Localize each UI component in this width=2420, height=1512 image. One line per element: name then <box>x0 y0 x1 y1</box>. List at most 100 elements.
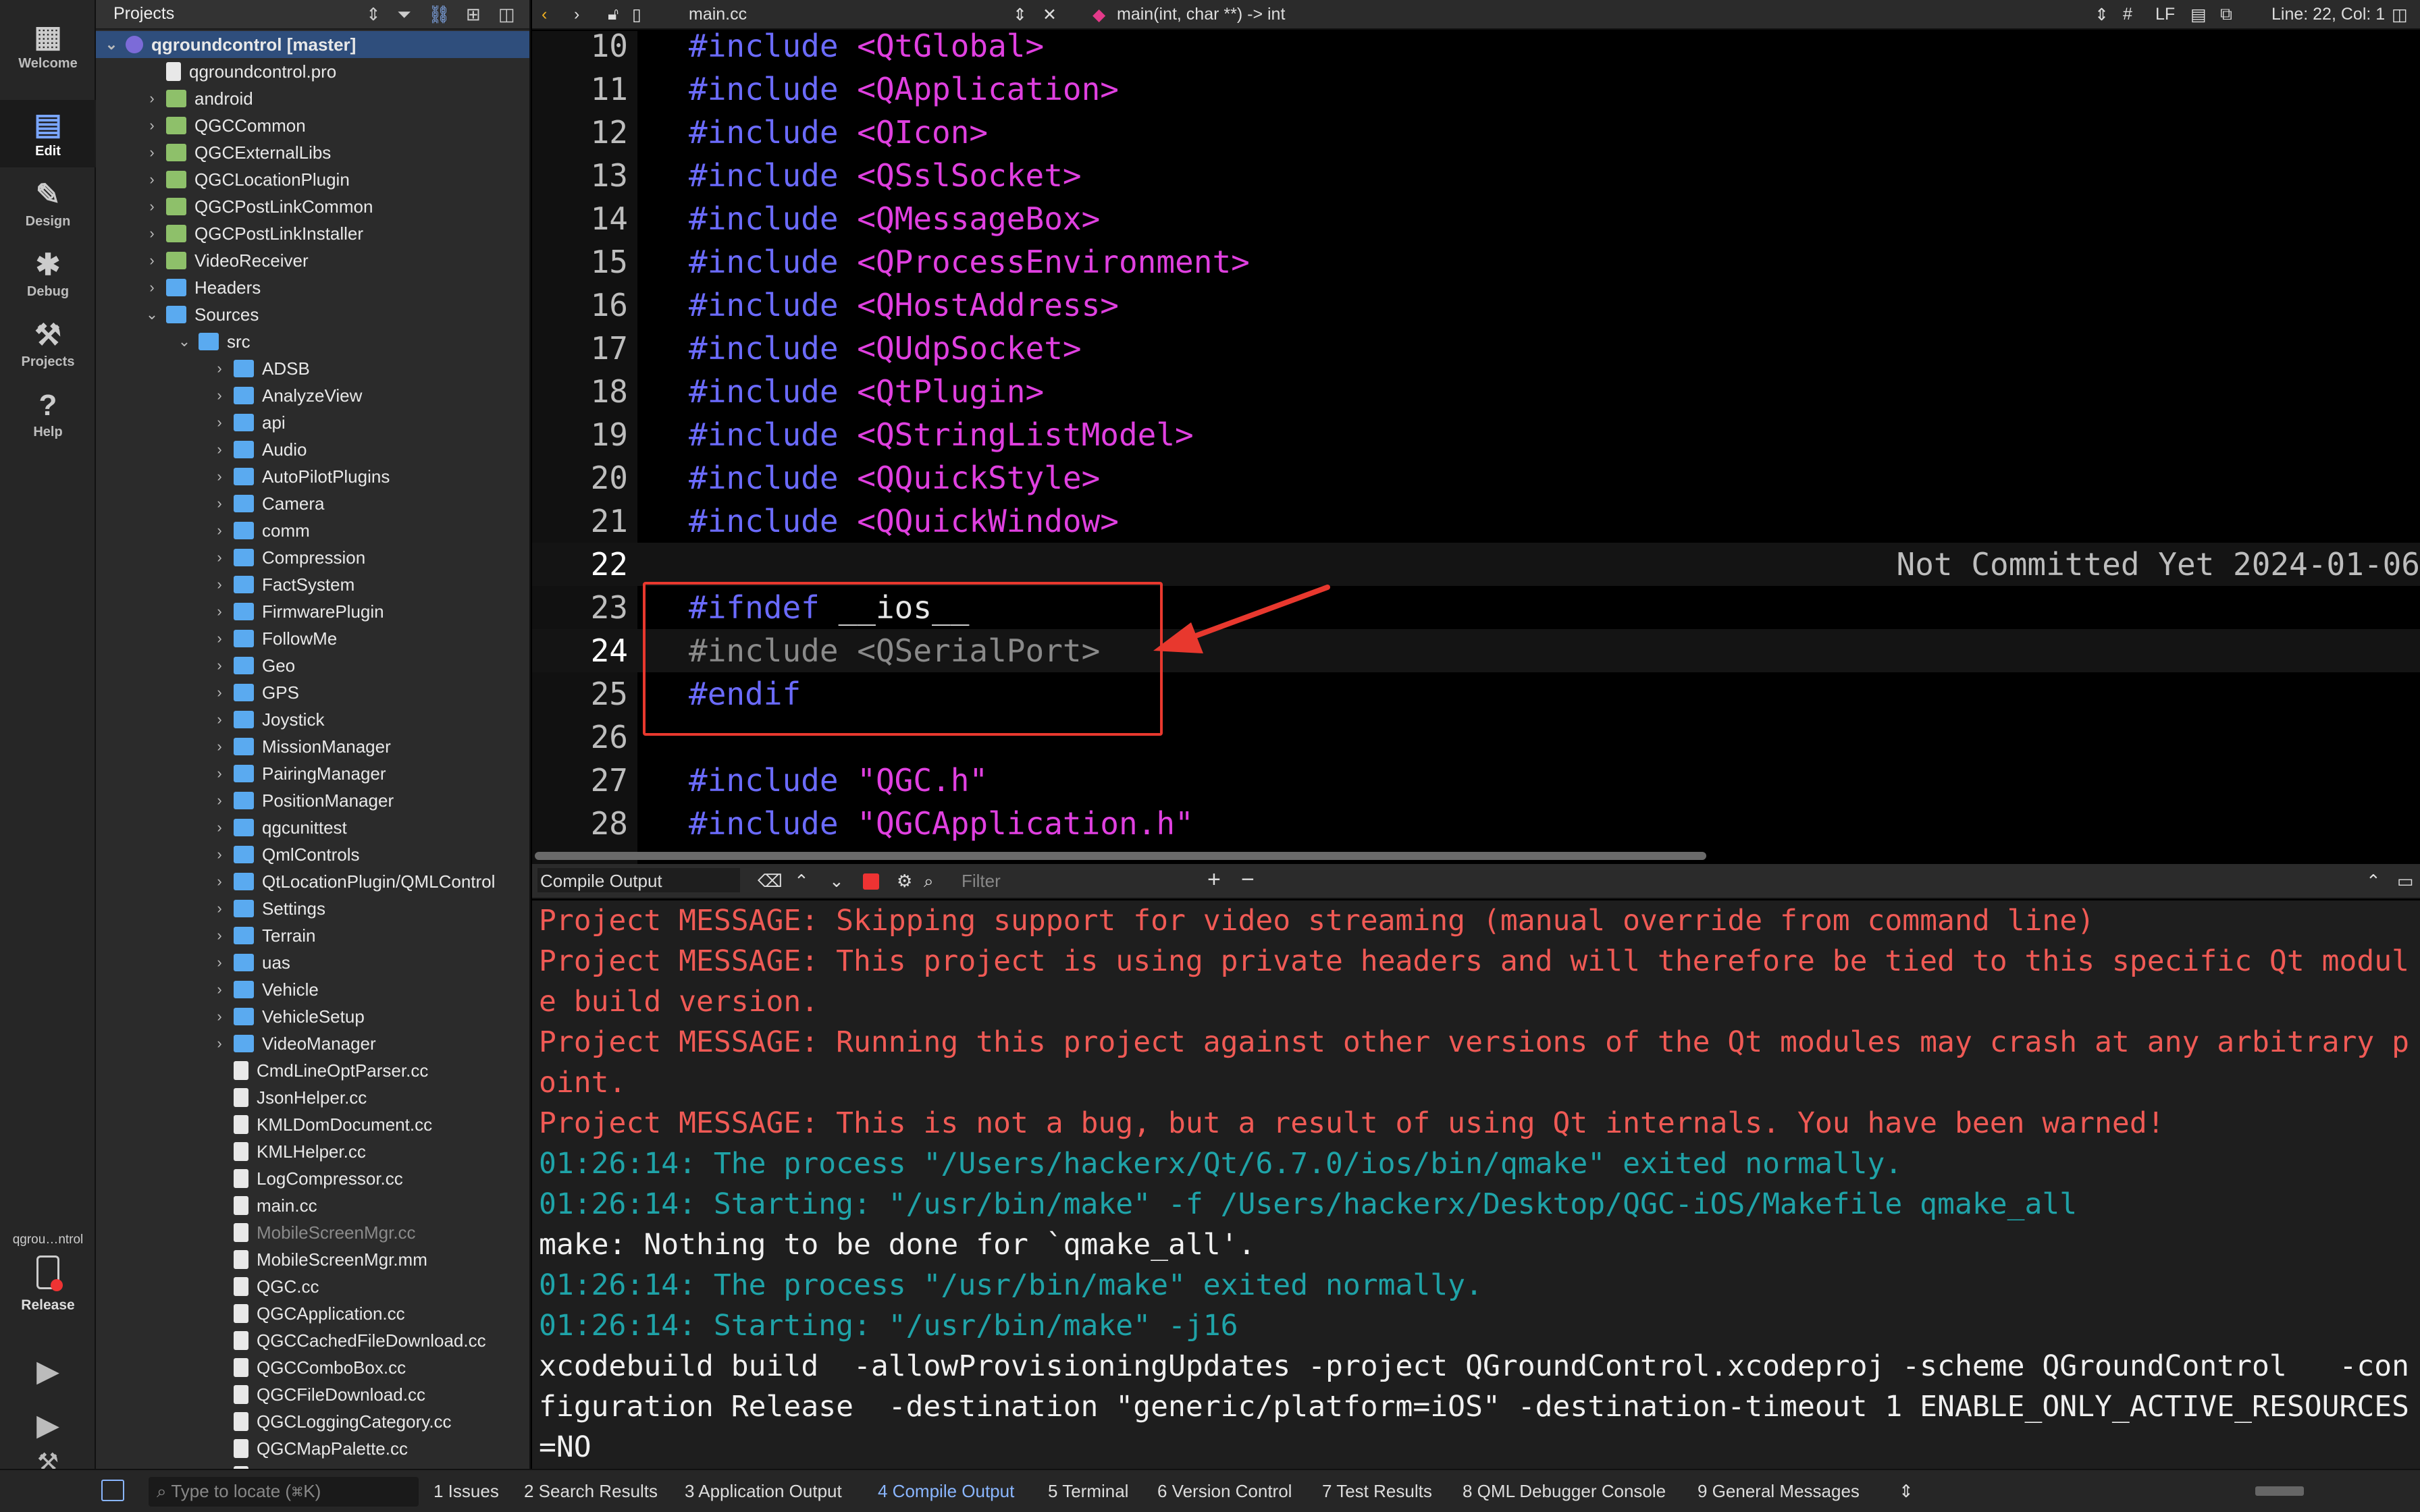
tree-item[interactable]: › FactSystem <box>96 571 529 598</box>
expand-arrow-icon[interactable]: › <box>144 117 159 134</box>
code-line[interactable]: 12 #include <QIcon> <box>532 111 2420 154</box>
hash-button[interactable]: # <box>2123 5 2132 24</box>
tree-item[interactable]: KMLHelper.cc <box>96 1138 529 1165</box>
output-pane-tab[interactable]: 8 QML Debugger Console <box>1463 1481 1666 1502</box>
debug-run-icon[interactable]: ▶ <box>0 1401 96 1449</box>
code-line[interactable]: 21 #include <QQuickWindow> <box>532 500 2420 543</box>
tree-item[interactable]: › Joystick <box>96 706 529 733</box>
expand-arrow-icon[interactable]: › <box>212 414 227 431</box>
tree-item[interactable]: › Headers <box>96 274 529 301</box>
tree-item[interactable]: › QGCPostLinkCommon <box>96 193 529 220</box>
expand-arrow-icon[interactable]: › <box>212 387 227 404</box>
tree-item[interactable]: QGC.cc <box>96 1273 529 1300</box>
expand-arrow-icon[interactable]: › <box>212 819 227 836</box>
up-icon[interactable]: ⌃ <box>794 871 809 892</box>
expand-arrow-icon[interactable]: › <box>212 900 227 917</box>
output-pane-tab[interactable]: 7 Test Results <box>1322 1481 1432 1502</box>
output-pane-tab[interactable]: 3 Application Output <box>685 1481 842 1502</box>
tree-item[interactable]: LogCompressor.cc <box>96 1165 529 1192</box>
tree-item[interactable]: MobileScreenMgr.cc <box>96 1219 529 1246</box>
code-line[interactable]: 11 #include <QApplication> <box>532 68 2420 111</box>
tree-item[interactable]: › ADSB <box>96 355 529 382</box>
tree-item[interactable]: QGCComboBox.cc <box>96 1354 529 1381</box>
cursor-position[interactable]: Line: 22, Col: 1 <box>2271 5 2385 24</box>
code-line[interactable]: 16 #include <QHostAddress> <box>532 284 2420 327</box>
expand-arrow-icon[interactable]: › <box>212 765 227 782</box>
mode-help[interactable]: ? Help <box>0 381 96 448</box>
code-line[interactable]: 27 #include "QGC.h" <box>532 759 2420 802</box>
expand-arrow-icon[interactable]: › <box>212 873 227 890</box>
zoom-out-icon[interactable]: − <box>1241 867 1255 893</box>
close-document-icon[interactable]: ✕ <box>1043 5 1057 25</box>
expand-arrow-icon[interactable]: › <box>212 576 227 593</box>
expand-arrow-icon[interactable]: › <box>212 981 227 998</box>
expand-arrow-icon[interactable]: › <box>212 495 227 512</box>
run-icon[interactable]: ▶ <box>0 1347 96 1395</box>
output-pane-tab[interactable]: 4 Compile Output <box>878 1481 1014 1502</box>
stop-icon[interactable] <box>863 873 879 890</box>
tree-item[interactable]: › AutoPilotPlugins <box>96 463 529 490</box>
forward-icon[interactable]: › <box>574 5 579 24</box>
code-line[interactable]: 17 #include <QUdpSocket> <box>532 327 2420 370</box>
mode-edit[interactable]: ▤ Edit <box>0 100 96 167</box>
code-line[interactable]: 14 #include <QMessageBox> <box>532 197 2420 240</box>
tree-item[interactable]: QGCPalette.cc <box>96 1462 529 1469</box>
expand-arrow-icon[interactable]: › <box>212 954 227 971</box>
down-icon[interactable]: ⌄ <box>829 871 844 892</box>
tree-item[interactable]: › Terrain <box>96 922 529 949</box>
tree-item[interactable]: › GPS <box>96 679 529 706</box>
expand-arrow-icon[interactable]: › <box>144 252 159 269</box>
filter-icon[interactable]: ⏷ <box>397 4 411 26</box>
expand-arrow-icon[interactable]: › <box>144 171 159 188</box>
tree-item[interactable]: › PositionManager <box>96 787 529 814</box>
clear-icon[interactable]: ⌫ <box>758 871 783 892</box>
expand-arrow-icon[interactable]: ⌄ <box>177 333 192 350</box>
code-line[interactable]: 19 #include <QStringListModel> <box>532 413 2420 456</box>
code-line[interactable]: 10 #include <QtGlobal> <box>532 31 2420 68</box>
expand-arrow-icon[interactable]: › <box>212 684 227 701</box>
tree-item[interactable]: › QtLocationPlugin/QMLControl <box>96 868 529 895</box>
expand-arrow-icon[interactable]: › <box>212 657 227 674</box>
expand-arrow-icon[interactable]: ⌄ <box>144 306 159 323</box>
expand-arrow-icon[interactable]: › <box>212 603 227 620</box>
output-pane-tab[interactable]: 6 Version Control <box>1157 1481 1292 1502</box>
mode-welcome[interactable]: ▦ Welcome <box>0 12 96 80</box>
tree-item[interactable]: › Vehicle <box>96 976 529 1003</box>
compile-output[interactable]: Project MESSAGE: Skipping support for vi… <box>532 900 2420 1469</box>
tree-item[interactable]: ⌄ qgroundcontrol [master] <box>96 31 529 58</box>
line-ending-button[interactable]: LF <box>2155 5 2175 24</box>
split-editor-icon[interactable]: ⧉ <box>2220 5 2232 24</box>
expand-arrow-icon[interactable]: › <box>144 90 159 107</box>
expand-arrow-icon[interactable]: › <box>212 792 227 809</box>
output-pane-tab[interactable]: 5 Terminal <box>1048 1481 1128 1502</box>
code-line[interactable]: 13 #include <QSslSocket> <box>532 154 2420 197</box>
expand-arrow-icon[interactable]: › <box>212 630 227 647</box>
tree-item[interactable]: QGCLoggingCategory.cc <box>96 1408 529 1435</box>
tree-item[interactable]: › uas <box>96 949 529 976</box>
tree-item[interactable]: KMLDomDocument.cc <box>96 1111 529 1138</box>
tree-item[interactable]: CmdLineOptParser.cc <box>96 1057 529 1084</box>
mode-debug[interactable]: ✱ Debug <box>0 240 96 308</box>
tree-item[interactable]: › Settings <box>96 895 529 922</box>
tree-item[interactable]: › QGCLocationPlugin <box>96 166 529 193</box>
tree-item[interactable]: › PairingManager <box>96 760 529 787</box>
symbol-combo[interactable]: main(int, char **) -> int <box>1117 5 1285 24</box>
outline-icon[interactable]: ▤ <box>2190 5 2207 25</box>
tree-item[interactable]: › QGCCommon <box>96 112 529 139</box>
mode-projects[interactable]: ⚒ Projects <box>0 310 96 378</box>
tree-item[interactable]: qgroundcontrol.pro <box>96 58 529 85</box>
tree-item[interactable]: main.cc <box>96 1192 529 1219</box>
expand-arrow-icon[interactable]: ⌄ <box>104 36 119 53</box>
link-icon[interactable]: ⛓ <box>428 4 450 25</box>
output-selector[interactable]: Compile Output <box>537 868 740 892</box>
tree-item[interactable]: › VideoManager <box>96 1030 529 1057</box>
expand-arrow-icon[interactable]: › <box>212 738 227 755</box>
expand-arrow-icon[interactable]: › <box>212 468 227 485</box>
back-icon[interactable]: ‹ <box>542 5 547 24</box>
filter-input[interactable]: Filter <box>962 871 1001 892</box>
close-pane-icon[interactable]: ◫ <box>498 4 515 25</box>
expand-arrow-icon[interactable]: › <box>212 846 227 863</box>
code-line[interactable]: 18 #include <QtPlugin> <box>532 370 2420 413</box>
output-pane-tab[interactable]: 9 General Messages <box>1698 1481 1860 1502</box>
tree-item[interactable]: › Geo <box>96 652 529 679</box>
